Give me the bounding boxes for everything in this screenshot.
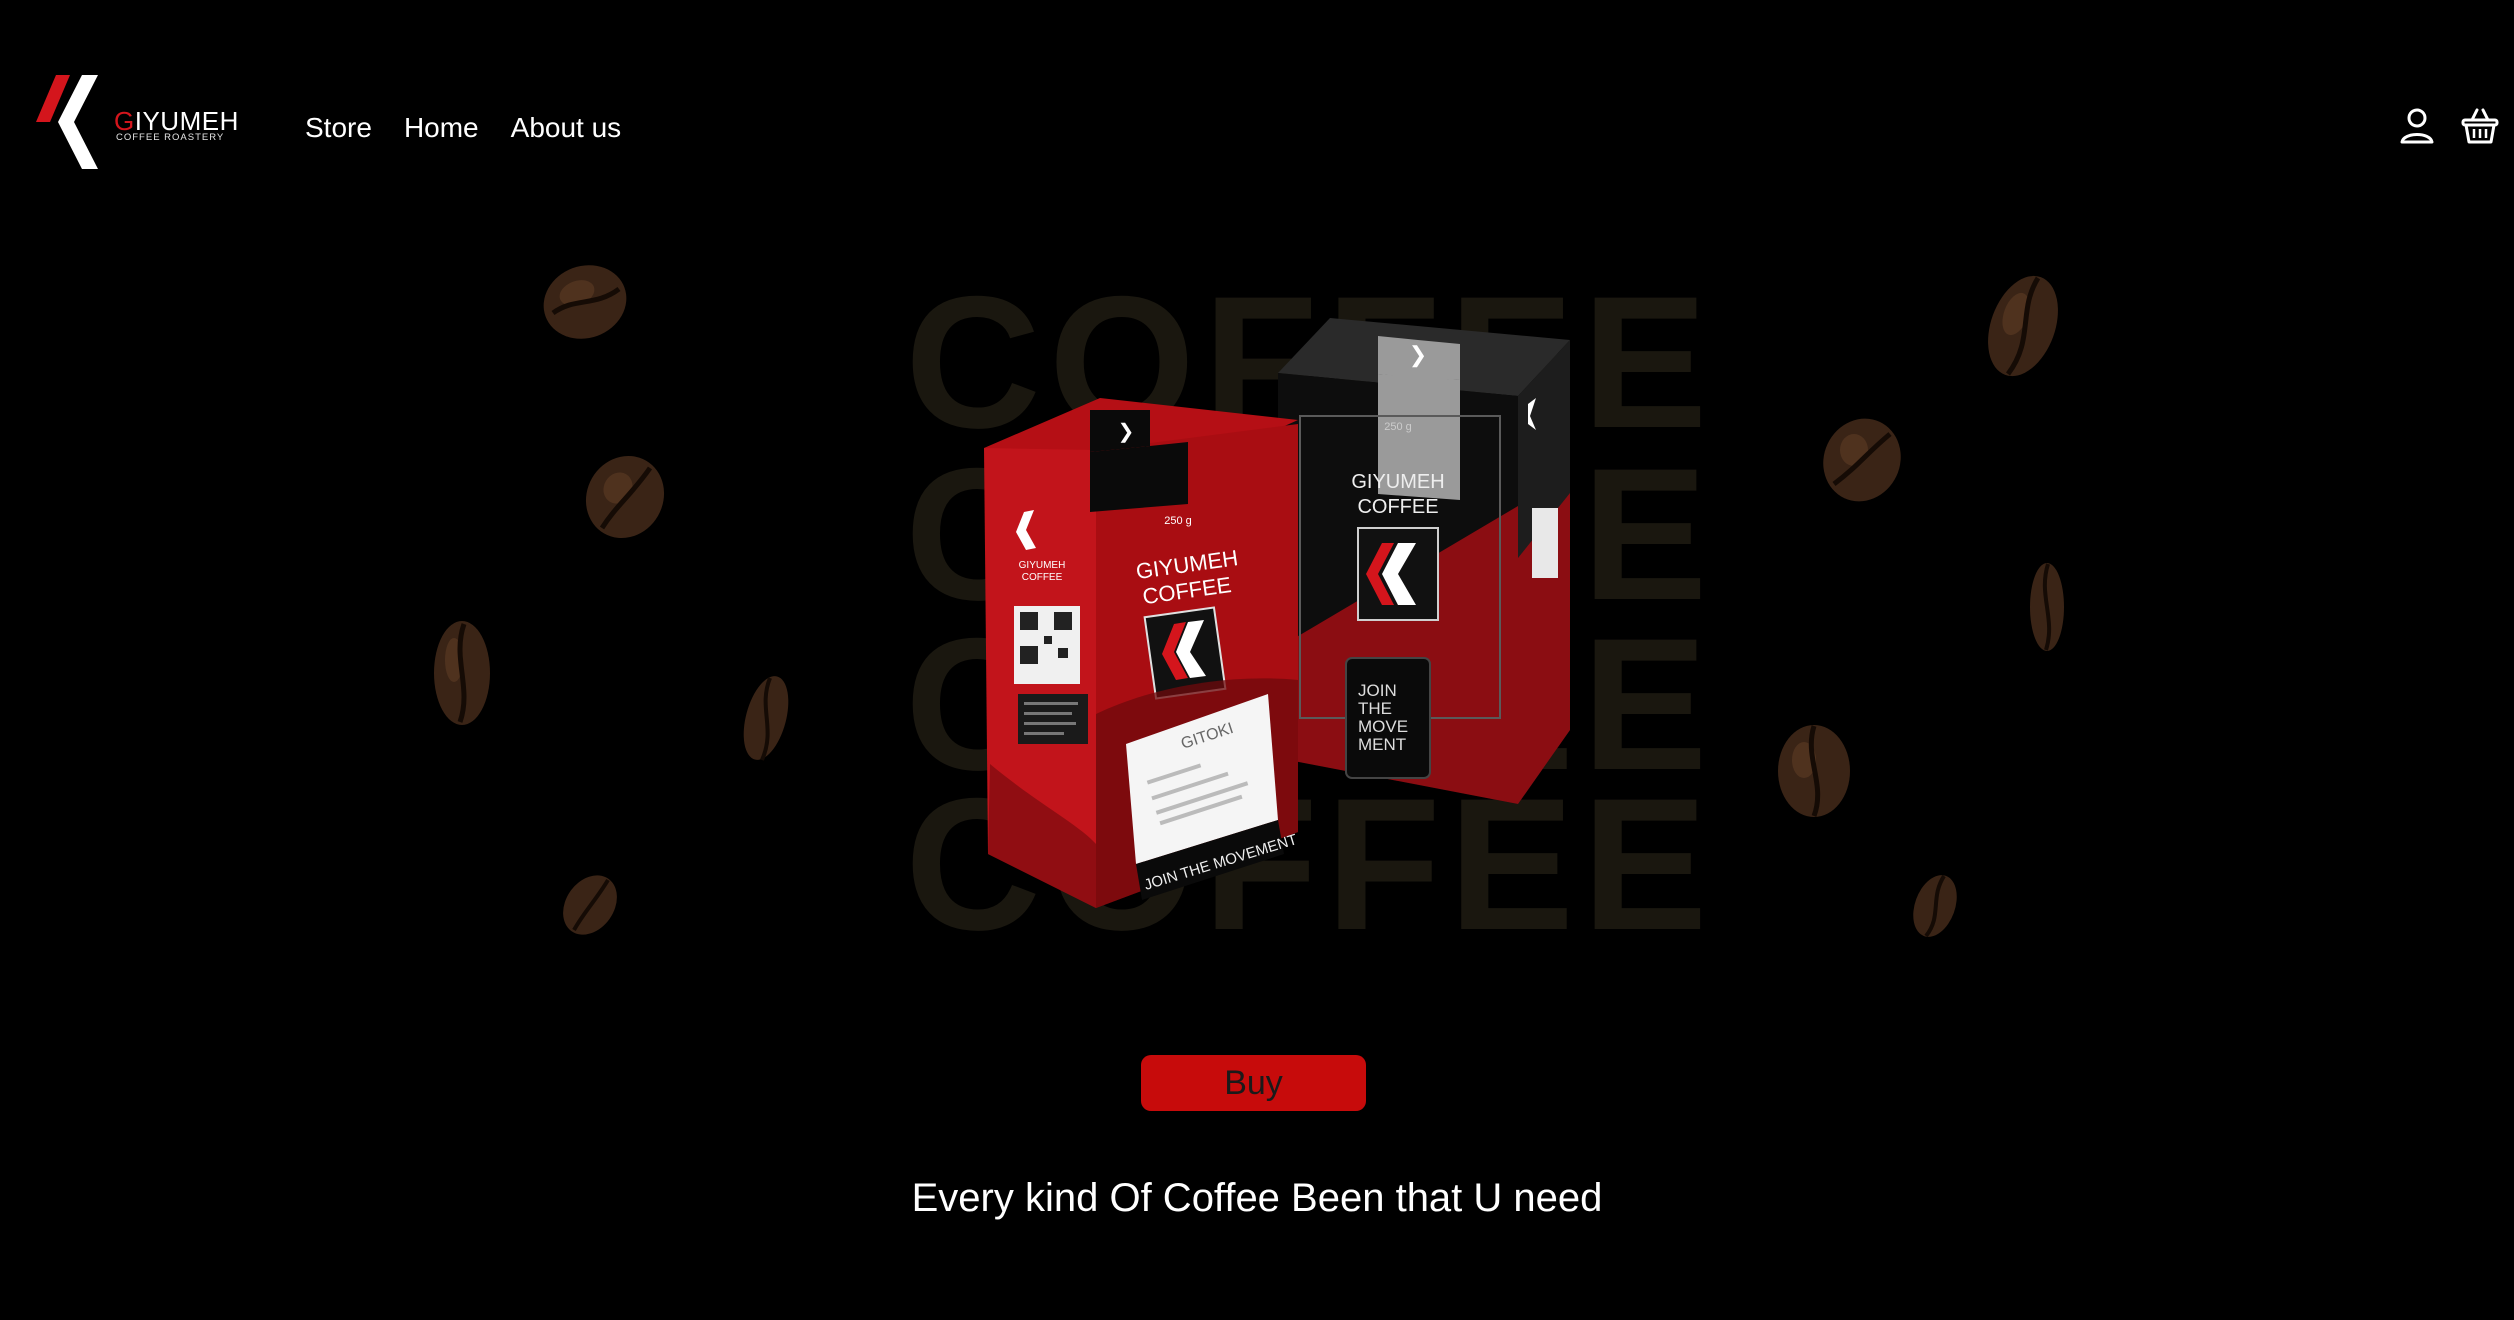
svg-text:JOIN: JOIN xyxy=(1358,681,1397,700)
coffee-bean-icon xyxy=(1913,874,1957,938)
svg-text:COFFEE: COFFEE xyxy=(1357,496,1438,518)
svg-text:COFFEE: COFFEE xyxy=(1022,572,1063,583)
brand-subtitle: COFFEE ROASTERY xyxy=(116,132,225,143)
user-icon[interactable] xyxy=(2398,106,2436,146)
svg-text:MOVE: MOVE xyxy=(1358,717,1408,736)
svg-text:GIYUMEH: GIYUMEH xyxy=(1019,560,1066,571)
hero-tagline: Every kind Of Coffee Been that U need xyxy=(911,1176,1603,1220)
header-actions xyxy=(2398,106,2499,146)
svg-text:❯: ❯ xyxy=(1409,342,1427,368)
nav-item-home[interactable]: Home xyxy=(404,110,479,146)
coffee-bean-icon xyxy=(434,621,490,725)
coffee-bean-icon xyxy=(743,676,789,761)
svg-text:GIYUMEH: GIYUMEH xyxy=(1351,471,1444,493)
chevron-logo-icon xyxy=(36,75,98,169)
coffee-bean-icon xyxy=(585,455,665,539)
buy-button[interactable]: Buy xyxy=(1141,1055,1366,1111)
red-coffee-box: ❯ 250 g GIYUMEH COFFEE GITOKI JOIN THE M… xyxy=(984,398,1299,908)
coffee-bean-icon xyxy=(563,875,617,935)
coffee-bean-icon xyxy=(2030,563,2064,651)
page: GIYUMEH COFFEE ROASTERY Store Home About… xyxy=(0,0,2514,1320)
main-nav: Store Home About us xyxy=(305,110,621,146)
coffee-bean-icon xyxy=(1778,725,1850,817)
coffee-bean-icon xyxy=(1988,275,2058,377)
nav-item-about-us[interactable]: About us xyxy=(511,110,622,146)
brand-logo[interactable]: GIYUMEH COFFEE ROASTERY xyxy=(36,72,238,174)
coffee-bean-icon xyxy=(1823,418,1901,502)
svg-text:250 g: 250 g xyxy=(1384,421,1412,433)
basket-icon[interactable] xyxy=(2460,106,2499,146)
svg-text:❯: ❯ xyxy=(1118,421,1135,443)
svg-text:THE: THE xyxy=(1358,699,1392,718)
black-coffee-box: ❯ 250 g GIYUMEH COFFEE JOIN THE MOVE MEN… xyxy=(1278,318,1570,804)
svg-text:MENT: MENT xyxy=(1358,735,1406,754)
nav-item-store[interactable]: Store xyxy=(305,110,372,146)
coffee-bean-icon xyxy=(543,265,627,339)
svg-text:250 g: 250 g xyxy=(1164,515,1192,527)
